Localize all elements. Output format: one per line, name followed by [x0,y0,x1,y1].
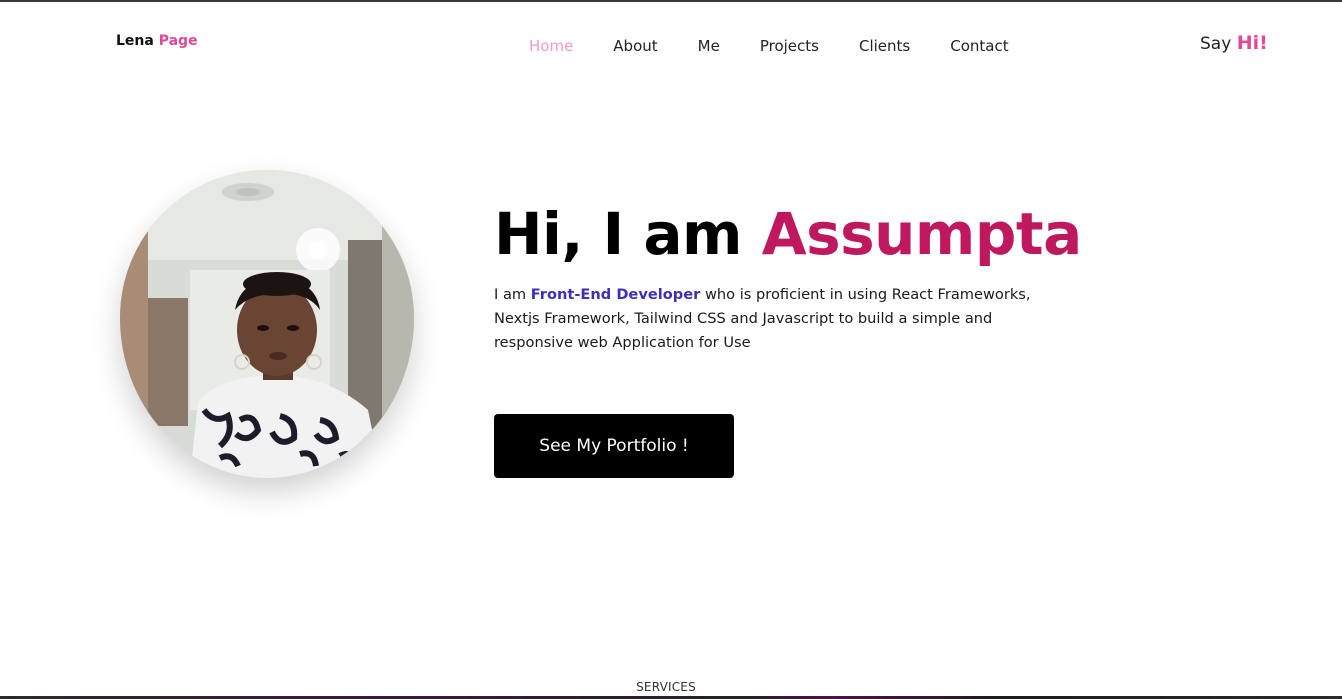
bio-prefix: I am [494,286,527,303]
main-nav: Home About Me Projects Clients Contact [529,37,1009,55]
logo-first-word: Lena [116,33,154,49]
services-section-label: SERVICES [636,680,696,694]
nav-home[interactable]: Home [529,37,573,55]
say-hi-prefix: Say [1200,34,1232,54]
nav-projects[interactable]: Projects [760,37,819,55]
nav-contact[interactable]: Contact [950,37,1008,55]
profile-photo-illustration [120,170,414,478]
say-hi-accent: Hi! [1236,32,1268,54]
hero-bio: I am Front-End Developer who is proficie… [494,283,1064,355]
nav-me[interactable]: Me [698,37,720,55]
see-portfolio-button[interactable]: See My Portfolio ! [494,414,734,478]
window-top-border [0,0,1342,2]
bio-role: Front-End Developer [530,286,701,303]
hero-greeting: Hi, I am [494,200,743,268]
say-hi-link[interactable]: Say Hi! [1200,32,1268,54]
nav-about[interactable]: About [613,37,657,55]
profile-photo [120,170,414,478]
site-logo[interactable]: Lena Page [116,33,198,49]
hero-name: Assumpta [761,200,1083,268]
hero-headline: Hi, I am Assumpta [494,200,1082,268]
logo-second-word: Page [158,33,198,49]
nav-clients[interactable]: Clients [859,37,910,55]
